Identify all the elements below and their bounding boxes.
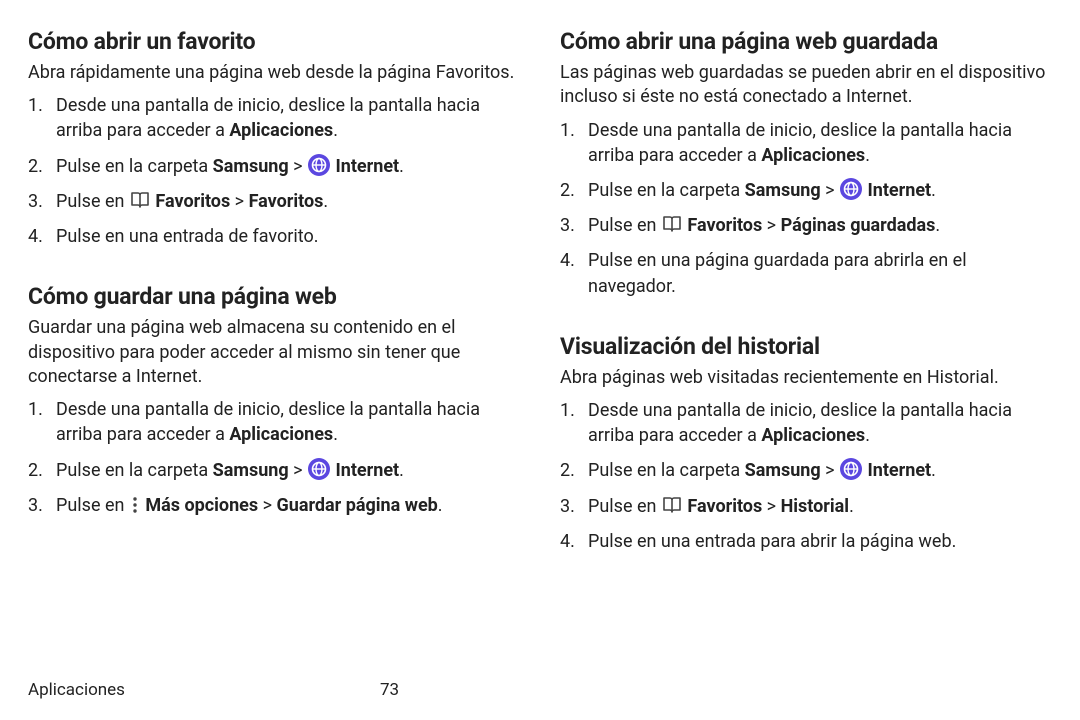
step-bold: Internet: [335, 460, 399, 481]
page-footer: Aplicaciones 73: [28, 680, 528, 700]
step: Pulse en Favoritos > Favoritos.: [28, 189, 520, 214]
step-sep: >: [289, 460, 307, 481]
more-options-icon: [131, 496, 139, 514]
lead-open-bookmark: Abra rápidamente una página web desde la…: [28, 61, 520, 85]
step-suffix: .: [931, 460, 936, 481]
internet-icon: [840, 178, 862, 200]
step-text: Pulse en: [588, 496, 661, 517]
step-bold: Historial: [781, 496, 850, 517]
step: Pulse en la carpeta Samsung > Internet.: [560, 178, 1052, 203]
step-suffix: .: [333, 424, 338, 445]
step-suffix: .: [323, 191, 328, 212]
step-text: Pulse en: [588, 215, 661, 236]
step-bold: Aplicaciones: [229, 120, 333, 141]
internet-icon: [840, 458, 862, 480]
step-text: Pulse en la carpeta: [56, 156, 213, 177]
step-suffix: .: [865, 145, 870, 166]
step-suffix: .: [438, 495, 443, 516]
step-bold: Internet: [867, 460, 931, 481]
step-suffix: .: [333, 120, 338, 141]
step-bold: Samsung: [745, 180, 821, 201]
step-suffix: .: [399, 460, 404, 481]
step: Pulse en una entrada para abrir la págin…: [560, 529, 1052, 554]
step: Pulse en la carpeta Samsung > Internet.: [28, 458, 520, 483]
step-text: Pulse en una página guardada para abrirl…: [588, 250, 967, 296]
step-text: Pulse en: [56, 495, 129, 516]
step-suffix: .: [849, 496, 854, 517]
step: Desde una pantalla de inicio, deslice la…: [560, 118, 1052, 168]
steps-open-bookmark: Desde una pantalla de inicio, deslice la…: [28, 93, 520, 259]
step-suffix: .: [935, 215, 940, 236]
bookmark-icon: [662, 496, 682, 514]
bookmark-icon: [662, 215, 682, 233]
step-sep: >: [289, 156, 307, 177]
step-bold: Favoritos: [249, 191, 324, 212]
step: Pulse en Más opciones > Guardar página w…: [28, 493, 520, 518]
step-suffix: .: [931, 180, 936, 201]
step-bold: Samsung: [213, 156, 289, 177]
internet-icon: [308, 458, 330, 480]
step-sep: >: [821, 460, 839, 481]
steps-history: Desde una pantalla de inicio, deslice la…: [560, 398, 1052, 564]
heading-open-bookmark: Cómo abrir un favorito: [28, 28, 520, 55]
step: Pulse en la carpeta Samsung > Internet.: [560, 458, 1052, 483]
step-bold: Más opciones: [145, 495, 258, 516]
footer-page-number: 73: [380, 680, 399, 700]
step: Desde una pantalla de inicio, deslice la…: [560, 398, 1052, 448]
step-suffix: .: [399, 156, 404, 177]
heading-open-saved: Cómo abrir una página web guardada: [560, 28, 1052, 55]
step: Pulse en una página guardada para abrirl…: [560, 248, 1052, 298]
step: Pulse en la carpeta Samsung > Internet.: [28, 154, 520, 179]
heading-save-page: Cómo guardar una página web: [28, 283, 520, 310]
step-text: Pulse en una entrada para abrir la págin…: [588, 531, 956, 552]
step-bold: Guardar página web: [276, 495, 437, 516]
step-bold: Favoritos: [687, 215, 762, 236]
step-bold: Favoritos: [155, 191, 230, 212]
step-text: Pulse en la carpeta: [56, 460, 213, 481]
step-bold: Aplicaciones: [229, 424, 333, 445]
step-text: Pulse en la carpeta: [588, 460, 745, 481]
step-sep: >: [258, 495, 276, 516]
step-text: Pulse en una entrada de favorito.: [56, 226, 318, 247]
step: Desde una pantalla de inicio, deslice la…: [28, 93, 520, 143]
footer-section: Aplicaciones: [28, 680, 125, 700]
step: Pulse en Favoritos > Historial.: [560, 494, 1052, 519]
lead-save-page: Guardar una página web almacena su conte…: [28, 316, 520, 389]
steps-open-saved: Desde una pantalla de inicio, deslice la…: [560, 118, 1052, 309]
step-bold: Aplicaciones: [761, 145, 865, 166]
step: Pulse en una entrada de favorito.: [28, 224, 520, 249]
step-bold: Páginas guardadas: [781, 215, 936, 236]
step-text: Pulse en: [56, 191, 129, 212]
step-text: Pulse en la carpeta: [588, 180, 745, 201]
step-bold: Samsung: [213, 460, 289, 481]
step-bold: Favoritos: [687, 496, 762, 517]
step: Pulse en Favoritos > Páginas guardadas.: [560, 213, 1052, 238]
lead-open-saved: Las páginas web guardadas se pueden abri…: [560, 61, 1052, 110]
lead-history: Abra páginas web visitadas recientemente…: [560, 366, 1052, 390]
step-bold: Aplicaciones: [761, 425, 865, 446]
step-bold: Internet: [335, 156, 399, 177]
heading-history: Visualización del historial: [560, 333, 1052, 360]
left-column: Cómo abrir un favorito Abra rápidamente …: [28, 28, 520, 710]
step-bold: Samsung: [745, 460, 821, 481]
step-suffix: .: [865, 425, 870, 446]
step-sep: >: [230, 191, 248, 212]
steps-save-page: Desde una pantalla de inicio, deslice la…: [28, 397, 520, 528]
step: Desde una pantalla de inicio, deslice la…: [28, 397, 520, 447]
step-bold: Internet: [867, 180, 931, 201]
step-sep: >: [821, 180, 839, 201]
right-column: Cómo abrir una página web guardada Las p…: [560, 28, 1052, 710]
bookmark-icon: [130, 191, 150, 209]
step-sep: >: [762, 215, 780, 236]
internet-icon: [308, 154, 330, 176]
step-sep: >: [762, 496, 780, 517]
